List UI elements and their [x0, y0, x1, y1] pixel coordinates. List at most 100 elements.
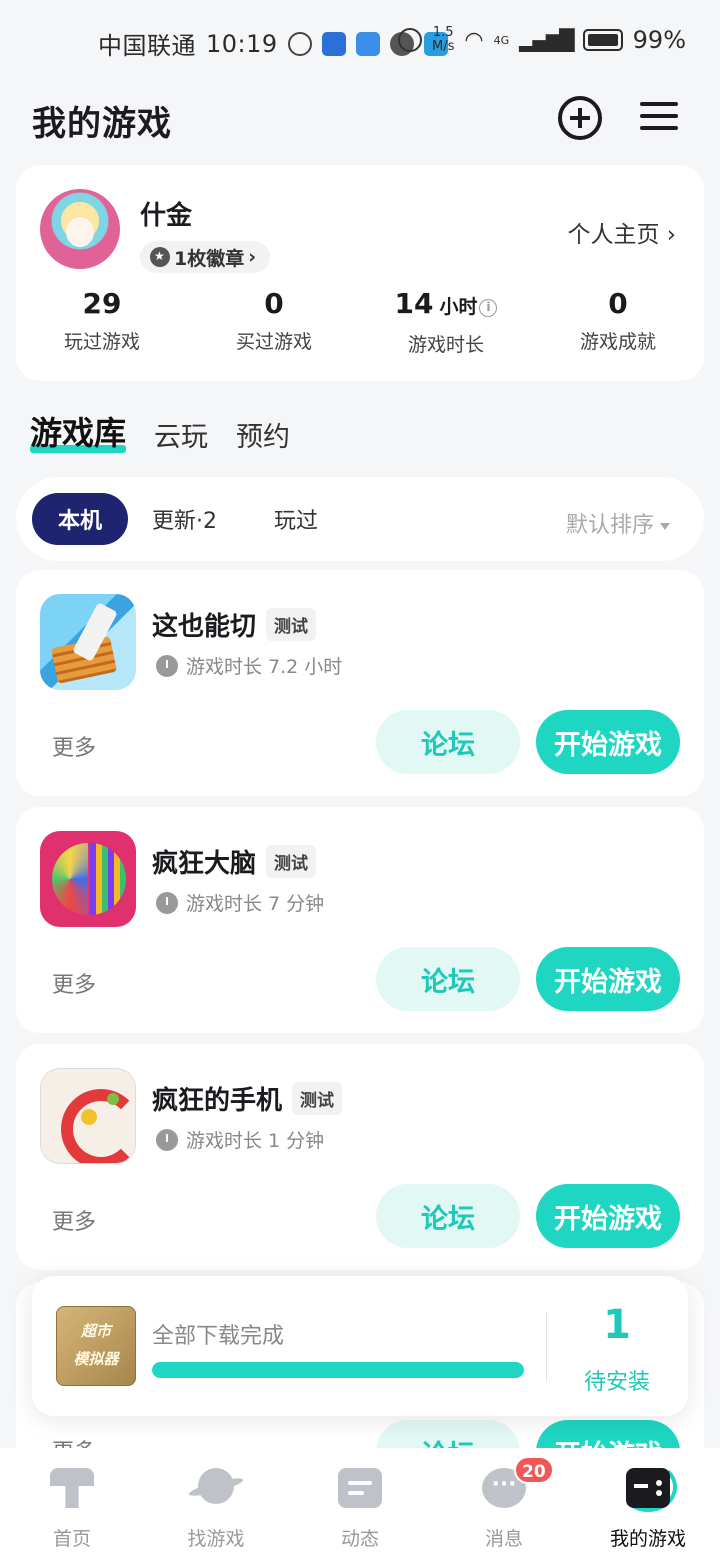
game-title-row: 疯狂大脑 测试: [152, 843, 317, 880]
more-button[interactable]: 更多: [52, 1204, 96, 1236]
menu-icon[interactable]: [640, 100, 680, 134]
home-icon: [50, 1468, 94, 1508]
profile-stats: 29 玩过游戏 0 买过游戏 14 小时 i 游戏时长 0 游戏成就: [16, 287, 704, 357]
pending-install-count[interactable]: 1: [562, 1302, 672, 1348]
carrier-label: 中国联通: [98, 32, 196, 60]
start-game-button[interactable]: 开始游戏: [536, 947, 680, 1011]
stat-unit: 小时: [439, 296, 478, 318]
game-name[interactable]: 这也能切: [152, 606, 256, 643]
more-button[interactable]: 更多: [52, 730, 96, 762]
add-icon[interactable]: [558, 96, 602, 140]
network-type: 4G: [493, 33, 510, 47]
game-card: 疯狂大脑 测试 游戏时长 7 分钟 更多 论坛 开始游戏: [16, 807, 704, 1033]
start-game-button[interactable]: 开始游戏: [536, 710, 680, 774]
game-title-row: 疯狂的手机 测试: [152, 1080, 343, 1117]
info-icon[interactable]: i: [479, 299, 498, 317]
main-tabs: 游戏库 云玩 预约: [30, 408, 290, 454]
stat-playtime[interactable]: 14 小时 i 游戏时长: [360, 287, 532, 357]
tab-cloud-play[interactable]: 云玩: [154, 415, 208, 454]
nfc-icon: [398, 28, 423, 52]
game-title-row: 这也能切 测试: [152, 606, 317, 643]
nav-find-games[interactable]: 找游戏: [144, 1448, 288, 1560]
stat-label: 游戏成就: [579, 331, 656, 353]
badge-label: 1枚徽章: [174, 247, 245, 270]
network-speed: 1.5 M/s: [432, 26, 454, 54]
divider: [546, 1312, 547, 1382]
download-game-thumbnail: 超市 模拟器: [56, 1306, 136, 1386]
stat-label: 游戏时长: [407, 334, 484, 356]
network-speed-unit: M/s: [432, 39, 455, 54]
download-panel[interactable]: 超市 模拟器 全部下载完成 1 待安装: [32, 1276, 688, 1416]
forum-button[interactable]: 论坛: [376, 710, 520, 774]
nav-home[interactable]: 首页: [0, 1448, 144, 1560]
cut-game-icon[interactable]: [40, 594, 136, 690]
filter-updates[interactable]: 更新·2: [152, 493, 217, 545]
page-header: 我的游戏: [0, 90, 720, 146]
download-progress-bar: [152, 1362, 524, 1378]
playtime-text: 游戏时长 7.2 小时: [186, 656, 343, 678]
brain-game-icon[interactable]: [40, 831, 136, 927]
playtime-text: 游戏时长 7 分钟: [186, 893, 325, 915]
tab-reservations[interactable]: 预约: [236, 415, 290, 454]
status-bar-right: 1.5 M/s ◠ 4G ▂▄▆█ 99%: [398, 26, 686, 54]
stat-label: 买过游戏: [235, 331, 312, 353]
game-name[interactable]: 疯狂大脑: [152, 843, 256, 880]
game-card: 疯狂的手机 测试 游戏时长 1 分钟 更多 论坛 开始游戏: [16, 1044, 704, 1270]
playtime-row: 游戏时长 7 分钟: [156, 889, 324, 916]
network-speed-value: 1.5: [432, 25, 454, 40]
pending-install-label[interactable]: 待安装: [562, 1364, 672, 1396]
stat-played[interactable]: 29 玩过游戏: [16, 287, 188, 357]
stat-value: 14: [394, 287, 434, 320]
more-button[interactable]: 更多: [52, 967, 96, 999]
globe-notification-icon: [287, 31, 312, 56]
profile-card: 什金 1枚徽章 › 个人主页 › 29 玩过游戏 0 买过游戏 14小时i 游戏…: [16, 165, 704, 381]
sort-label: 默认排序: [565, 513, 654, 538]
filter-local[interactable]: 本机: [32, 493, 128, 545]
medal-icon: [150, 247, 170, 267]
filter-bar: 本机 更新·2 玩过 默认排序: [16, 477, 704, 561]
sort-dropdown[interactable]: 默认排序: [566, 507, 670, 539]
weather-notification-icon: [355, 31, 380, 56]
playtime-row: 游戏时长 1 分钟: [156, 1126, 324, 1153]
feed-icon: [338, 1468, 382, 1508]
badge-button[interactable]: 1枚徽章 ›: [140, 241, 271, 273]
profile-page-link[interactable]: 个人主页 ›: [567, 215, 676, 249]
wifi-icon: ◠: [464, 27, 484, 53]
status-bar-left: 中国联通 10:19: [98, 26, 448, 61]
thumbnail-text: 超市: [80, 1322, 111, 1340]
bottom-nav: 首页 找游戏 动态 20 消息 我的游戏: [0, 1448, 720, 1560]
stat-purchased[interactable]: 0 买过游戏: [188, 287, 360, 357]
profile-link-label: 个人主页: [567, 222, 660, 248]
phone-game-icon[interactable]: [40, 1068, 136, 1164]
game-card: 这也能切 测试 游戏时长 7.2 小时 更多 论坛 开始游戏: [16, 570, 704, 796]
unread-badge: 20: [514, 1456, 554, 1484]
battery-icon: [582, 29, 623, 51]
playtime-row: 游戏时长 7.2 小时: [156, 652, 342, 679]
signal-icon: ▂▄▆█: [519, 28, 575, 52]
forum-button[interactable]: 论坛: [376, 947, 520, 1011]
stopwatch-icon: [156, 891, 178, 914]
nav-label: 找游戏: [187, 1528, 245, 1550]
thumbnail-text: 模拟器: [73, 1350, 119, 1368]
clock: 10:19: [206, 29, 278, 58]
start-game-button[interactable]: 开始游戏: [536, 1184, 680, 1248]
nav-feed[interactable]: 动态: [288, 1448, 432, 1560]
tab-game-library[interactable]: 游戏库: [30, 408, 127, 454]
forum-button[interactable]: 论坛: [376, 1184, 520, 1248]
app-notification-icon: [321, 31, 346, 56]
username[interactable]: 什金: [140, 195, 192, 232]
nav-messages[interactable]: 20 消息: [432, 1448, 576, 1560]
avatar[interactable]: [40, 189, 120, 269]
filter-played[interactable]: 玩过: [274, 493, 318, 545]
playtime-text: 游戏时长 1 分钟: [186, 1130, 325, 1152]
stat-achievements[interactable]: 0 游戏成就: [532, 287, 704, 357]
caret-down-icon: [660, 522, 670, 530]
gamepad-icon: [626, 1468, 670, 1508]
nav-my-games[interactable]: 我的游戏: [576, 1448, 720, 1560]
nav-label: 我的游戏: [609, 1528, 686, 1550]
test-tag: 测试: [266, 608, 317, 641]
planet-icon: [198, 1468, 234, 1504]
stat-value: 29: [82, 287, 122, 320]
game-name[interactable]: 疯狂的手机: [152, 1080, 282, 1117]
chevron-right-icon: ›: [248, 246, 257, 268]
